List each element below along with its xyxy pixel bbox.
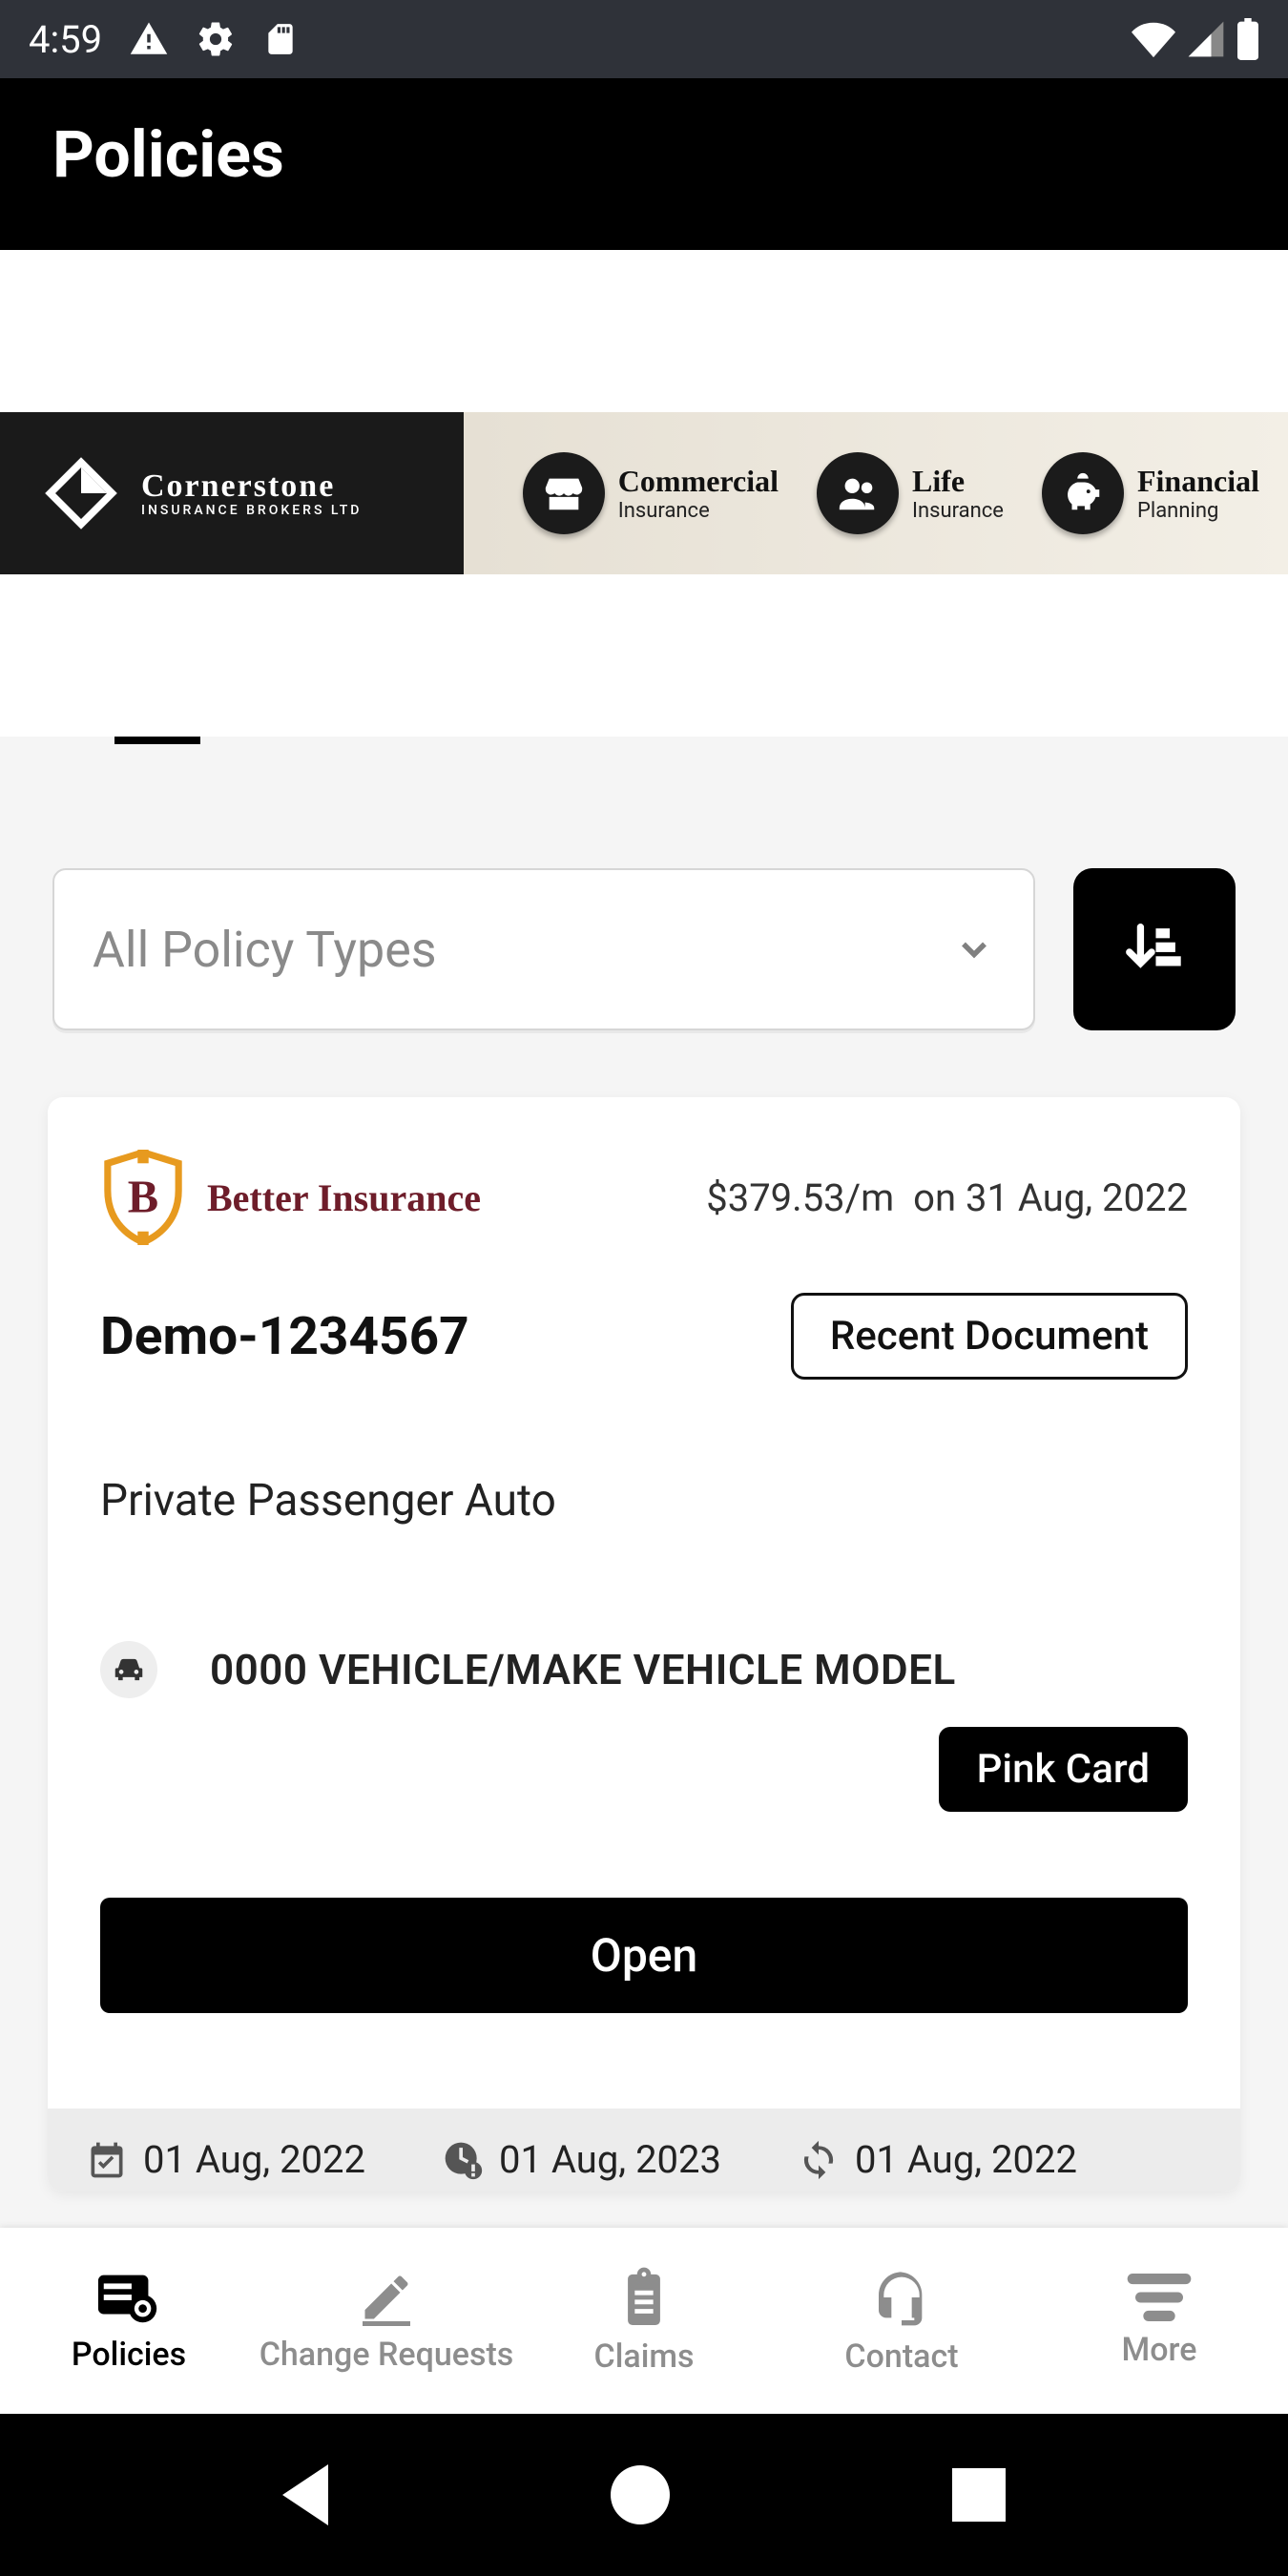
gear-icon <box>196 19 236 59</box>
insurer-shield-icon: B <box>100 1150 186 1245</box>
svg-text:B: B <box>128 1172 158 1223</box>
vehicle-description: 0000 VEHICLE/MAKE VEHICLE MODEL <box>210 1645 956 1694</box>
page-title: Policies <box>52 116 1236 193</box>
menu-icon <box>1126 2274 1193 2321</box>
android-status-bar: 4:59 <box>0 0 1288 78</box>
edit-icon <box>356 2269 417 2326</box>
open-policy-button[interactable]: Open <box>100 1898 1188 2013</box>
calendar-check-icon <box>86 2139 128 2181</box>
tab-label: Contact <box>844 2337 958 2376</box>
dropdown-label: All Policy Types <box>93 921 437 979</box>
tab-label: More <box>1122 2331 1197 2369</box>
headset-icon <box>871 2267 932 2328</box>
nav-home-button[interactable] <box>611 2465 670 2524</box>
content-area: All Policy Types B <box>0 737 1288 2234</box>
cell-signal-icon <box>1185 18 1227 60</box>
broker-subtitle: INSURANCE BROKERS LTD <box>141 504 362 518</box>
tab-policies[interactable]: Policies <box>0 2228 258 2414</box>
status-time: 4:59 <box>29 17 102 62</box>
insurer-block: B Better Insurance <box>100 1150 481 1245</box>
policies-icon <box>95 2269 162 2326</box>
broker-name: Cornerstone <box>141 469 362 504</box>
tab-more[interactable]: More <box>1030 2228 1288 2414</box>
tab-label: Change Requests <box>260 2336 514 2374</box>
policy-dates-row: 01 Aug, 2022 01 Aug, 2023 01 Aug, 2022 <box>48 2109 1240 2192</box>
nav-back-button[interactable] <box>282 2464 328 2525</box>
policy-card[interactable]: B Better Insurance $379.53/m on 31 Aug, … <box>48 1097 1240 2192</box>
bottom-tab-bar: Policies Change Requests Claims Contact … <box>0 2228 1288 2414</box>
policy-type: Private Passenger Auto <box>100 1475 1188 1527</box>
sd-card-icon <box>262 21 299 57</box>
clipboard-icon <box>616 2267 672 2328</box>
service-life: Life Insurance <box>817 452 1004 534</box>
tab-claims[interactable]: Claims <box>515 2228 773 2414</box>
android-nav-bar <box>0 2414 1288 2576</box>
broker-banner: Cornerstone INSURANCE BROKERS LTD Commer… <box>0 412 1288 574</box>
tab-change-requests[interactable]: Change Requests <box>258 2228 515 2414</box>
service-commercial: Commercial Insurance <box>523 452 779 534</box>
premium-text: $379.53/m on 31 Aug, 2022 <box>706 1175 1188 1220</box>
refresh-icon <box>798 2139 840 2181</box>
active-tab-indicator <box>114 737 200 744</box>
warning-icon <box>129 19 169 59</box>
nav-recent-button[interactable] <box>952 2468 1006 2522</box>
clock-alert-icon <box>442 2139 484 2181</box>
storefront-icon <box>523 452 605 534</box>
sort-button[interactable] <box>1073 868 1236 1030</box>
tab-contact[interactable]: Contact <box>773 2228 1030 2414</box>
tab-label: Policies <box>72 2336 186 2374</box>
broker-logo: Cornerstone INSURANCE BROKERS LTD <box>0 450 362 536</box>
chevron-down-icon <box>953 928 995 970</box>
policy-type-dropdown[interactable]: All Policy Types <box>52 868 1035 1030</box>
insurer-name: Better Insurance <box>207 1175 481 1220</box>
policy-number: Demo-1234567 <box>100 1306 469 1367</box>
date-start: 01 Aug, 2022 <box>86 2137 365 2182</box>
recent-document-button[interactable]: Recent Document <box>791 1293 1188 1380</box>
service-financial: Financial Planning <box>1042 452 1259 534</box>
wifi-icon <box>1132 17 1175 61</box>
people-icon <box>817 452 899 534</box>
pink-card-button[interactable]: Pink Card <box>939 1727 1188 1812</box>
app-header: Policies <box>0 78 1288 250</box>
battery-icon <box>1236 18 1259 60</box>
date-renew: 01 Aug, 2022 <box>798 2137 1077 2182</box>
cornerstone-logo-icon <box>38 450 124 536</box>
sort-icon <box>1121 916 1188 983</box>
vehicle-row: 0000 VEHICLE/MAKE VEHICLE MODEL <box>100 1641 1188 1698</box>
banner-area: Cornerstone INSURANCE BROKERS LTD Commer… <box>0 250 1288 737</box>
date-end: 01 Aug, 2023 <box>442 2137 721 2182</box>
car-icon <box>100 1641 157 1698</box>
tab-label: Claims <box>594 2337 695 2376</box>
piggy-bank-icon <box>1042 452 1124 534</box>
